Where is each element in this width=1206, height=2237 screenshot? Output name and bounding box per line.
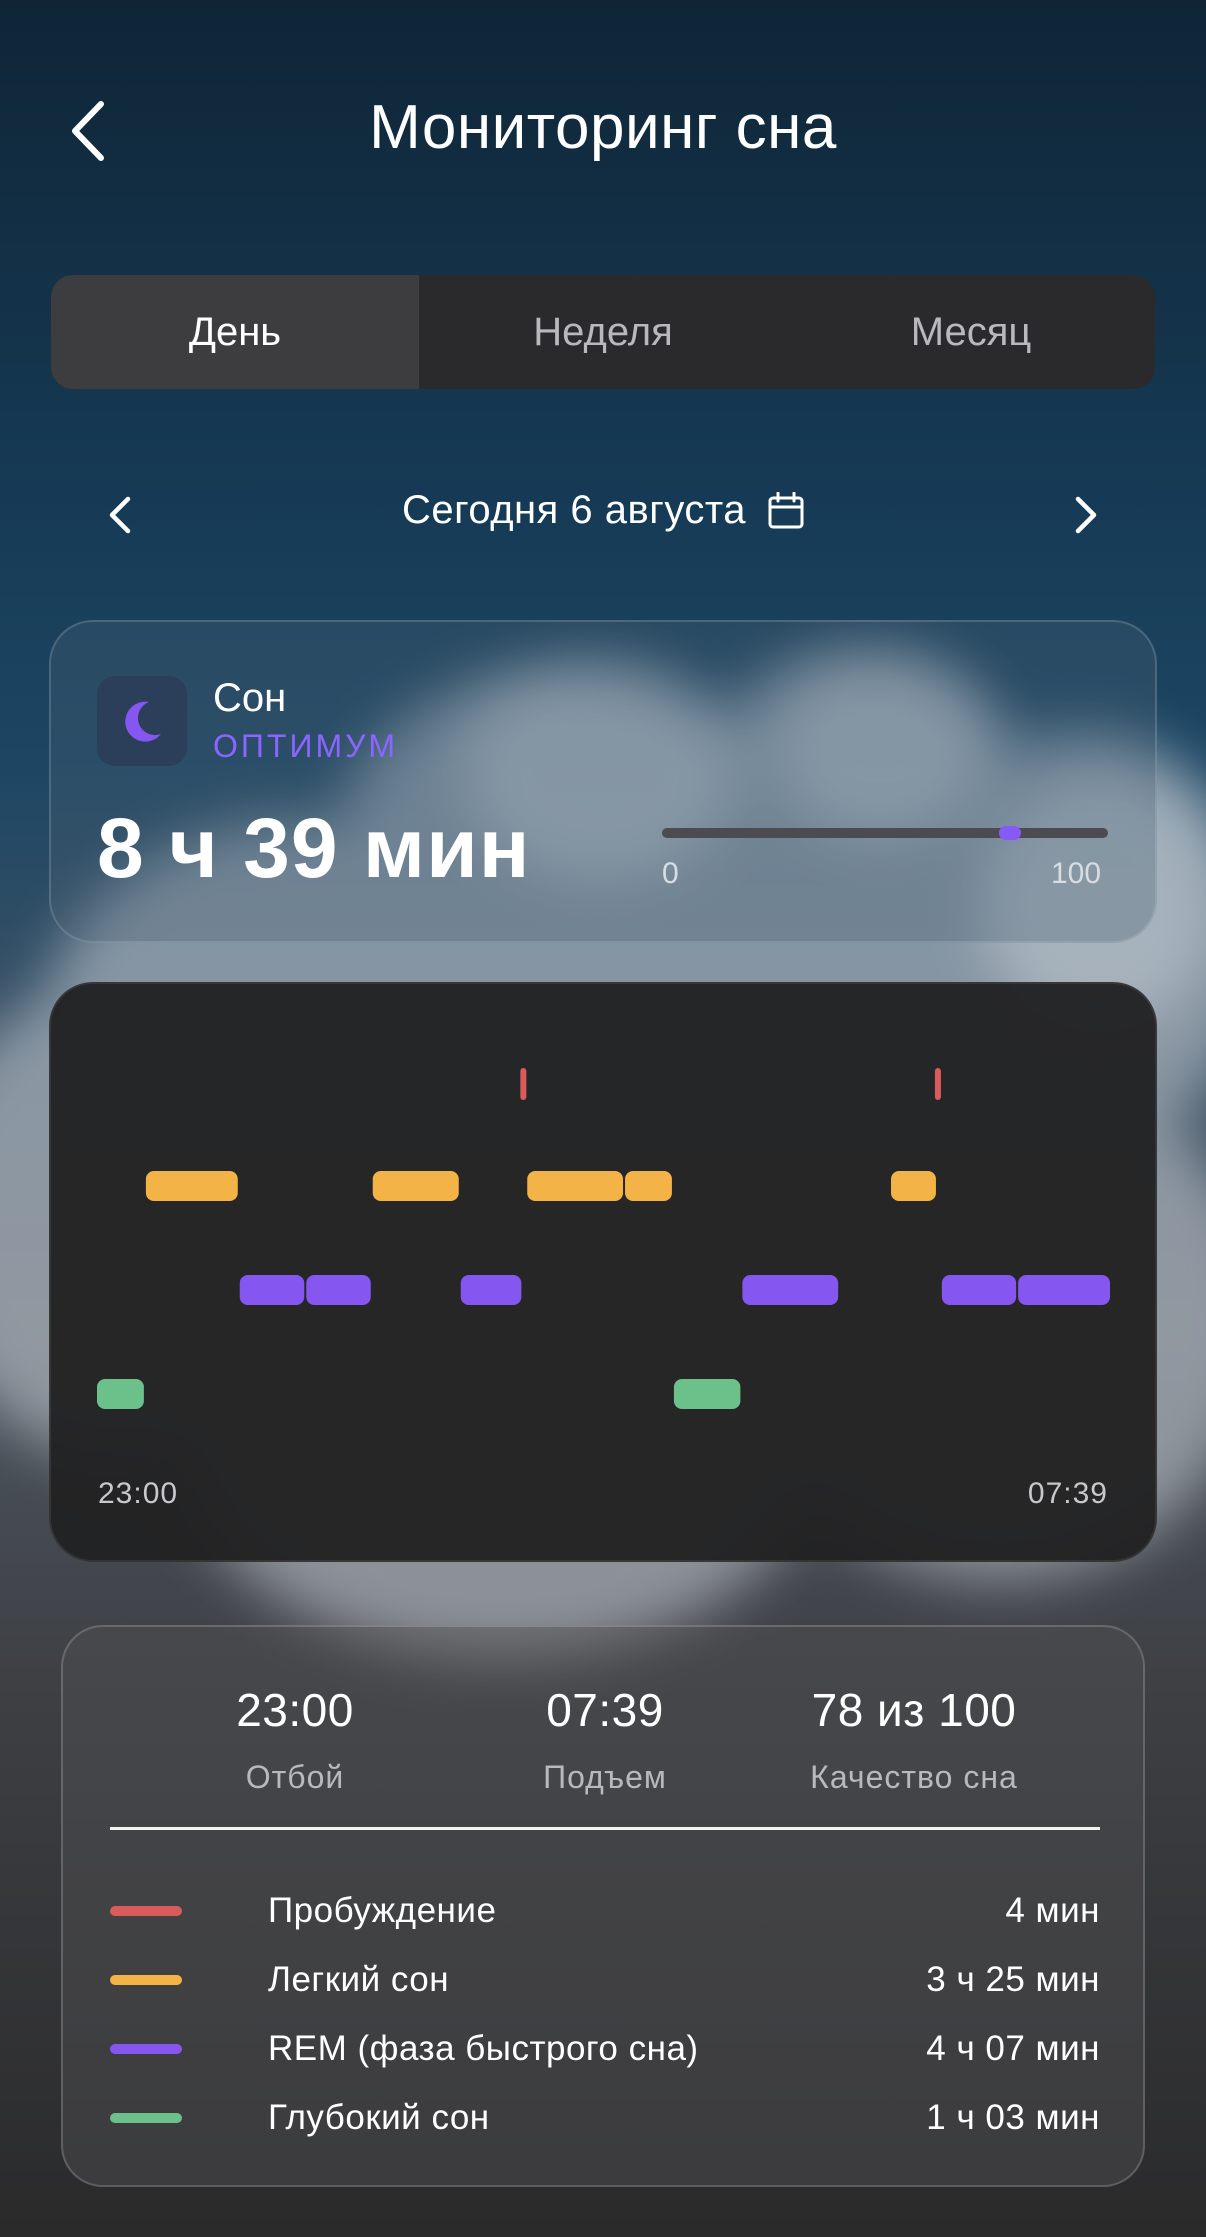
awake-mark bbox=[520, 1068, 527, 1100]
sleep-stats-card: 23:00 Отбой 07:39 Подъем 78 из 100 Качес… bbox=[61, 1625, 1145, 2187]
legend-swatch-awake bbox=[110, 1906, 182, 1916]
rem-bar bbox=[742, 1275, 839, 1305]
moon-icon-box bbox=[97, 676, 187, 766]
chart-end-time: 07:39 bbox=[1027, 1477, 1108, 1510]
legend-item: REM (фаза быстрого сна) 4 ч 07 мин bbox=[110, 2025, 1100, 2075]
scale-max-label: 100 bbox=[1051, 857, 1102, 890]
legend-value: 1 ч 03 мин bbox=[926, 2098, 1100, 2137]
moon-icon bbox=[125, 701, 161, 742]
chart-start-time: 23:00 bbox=[98, 1477, 179, 1510]
deep-sleep-bar bbox=[673, 1379, 741, 1409]
scale-min-label: 0 bbox=[662, 857, 679, 890]
legend-label: Пробуждение bbox=[268, 1891, 497, 1930]
period-tabs: День Неделя Месяц bbox=[51, 275, 1155, 389]
awake-mark bbox=[934, 1068, 941, 1100]
rem-bar bbox=[306, 1275, 371, 1305]
quality-marker bbox=[998, 826, 1021, 840]
sleep-label: Сон bbox=[213, 676, 287, 720]
date-selector[interactable]: Сегодня 6 августа bbox=[0, 488, 1206, 533]
legend-label: Легкий сон bbox=[268, 1960, 450, 1999]
calendar-icon bbox=[768, 491, 804, 528]
page-title: Мониторинг сна bbox=[369, 93, 837, 162]
legend-swatch-light bbox=[110, 1975, 182, 1985]
light-sleep-bar bbox=[891, 1171, 936, 1201]
stat-wakeup-label: Подъем bbox=[543, 1759, 667, 1795]
stat-bedtime: 23:00 Отбой bbox=[130, 1683, 460, 1796]
light-sleep-bar bbox=[372, 1171, 459, 1201]
light-sleep-bar bbox=[625, 1171, 672, 1201]
tab-day[interactable]: День bbox=[51, 275, 419, 389]
legend-value: 4 ч 07 мин bbox=[926, 2029, 1100, 2068]
sleep-duration: 8 ч 39 мин bbox=[97, 801, 531, 895]
sleep-status: ОПТИМУМ bbox=[213, 728, 399, 764]
legend-label: REM (фаза быстрого сна) bbox=[268, 2029, 699, 2068]
stat-wakeup: 07:39 Подъем bbox=[440, 1683, 770, 1796]
rem-bar bbox=[239, 1275, 305, 1305]
stat-quality: 78 из 100 Качество сна bbox=[749, 1683, 1079, 1796]
legend-value: 4 мин bbox=[1005, 1891, 1100, 1930]
date-label: Сегодня 6 августа bbox=[401, 488, 747, 532]
legend-item: Легкий сон 3 ч 25 мин bbox=[110, 1956, 1100, 2006]
stat-bedtime-value: 23:00 bbox=[236, 1684, 354, 1736]
sleep-stages-chart: 23:00 07:39 bbox=[49, 982, 1157, 1562]
legend-label: Глубокий сон bbox=[268, 2098, 490, 2137]
rem-bar bbox=[1018, 1275, 1110, 1305]
stat-wakeup-value: 07:39 bbox=[546, 1684, 664, 1736]
quality-scale bbox=[662, 826, 1108, 840]
stats-divider bbox=[110, 1827, 1100, 1830]
tab-week[interactable]: Неделя bbox=[419, 275, 787, 389]
header: Мониторинг сна bbox=[0, 80, 1206, 180]
light-sleep-bar bbox=[145, 1171, 238, 1201]
stat-bedtime-label: Отбой bbox=[245, 1759, 345, 1795]
rem-bar bbox=[941, 1275, 1017, 1305]
sleep-summary-card: Сон ОПТИМУМ 8 ч 39 мин 0 100 bbox=[49, 620, 1157, 943]
rem-bar bbox=[460, 1275, 522, 1305]
date-navigation: Сегодня 6 августа bbox=[0, 480, 1206, 550]
chevron-right-icon bbox=[1075, 496, 1097, 534]
legend-swatch-rem bbox=[110, 2044, 182, 2054]
legend-swatch-deep bbox=[110, 2113, 182, 2123]
stat-quality-value: 78 из 100 bbox=[811, 1684, 1017, 1736]
light-sleep-bar bbox=[527, 1171, 624, 1201]
stages-plot bbox=[97, 1068, 1110, 1409]
deep-sleep-bar bbox=[97, 1379, 144, 1409]
legend-item: Глубокий сон 1 ч 03 мин bbox=[110, 2094, 1100, 2144]
tab-month[interactable]: Месяц bbox=[787, 275, 1155, 389]
stat-quality-label: Качество сна bbox=[810, 1759, 1018, 1795]
legend-item: Пробуждение 4 мин bbox=[110, 1887, 1100, 1937]
next-day-button[interactable] bbox=[1051, 480, 1121, 550]
legend-value: 3 ч 25 мин bbox=[926, 1960, 1100, 1999]
